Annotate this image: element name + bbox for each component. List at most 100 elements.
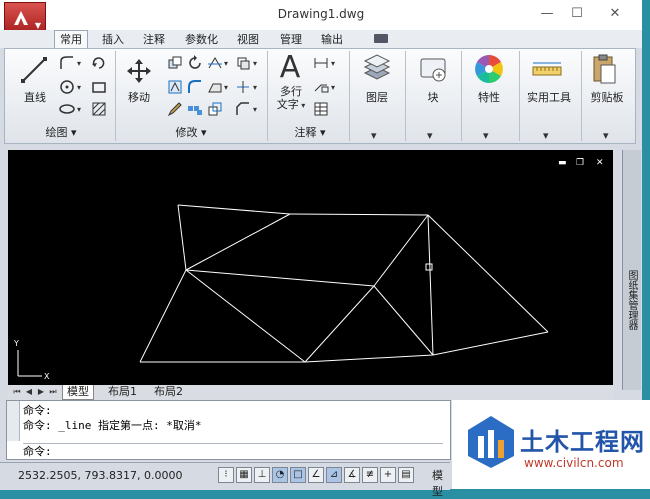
tab-annotate[interactable]: 注释	[143, 31, 165, 48]
allow-disallow-ucs-icon[interactable]: ⊿	[326, 467, 342, 483]
block-button-label[interactable]: 块	[413, 89, 453, 105]
chevron-down-icon[interactable]: ▾	[331, 83, 335, 92]
viewport-close-icon[interactable]: ✕	[596, 158, 606, 168]
move-icon[interactable]	[125, 57, 153, 85]
tab-model[interactable]: 模型	[62, 385, 94, 400]
scale-icon[interactable]	[207, 101, 223, 117]
first-tab-icon[interactable]: ⏮	[12, 387, 22, 397]
table-icon[interactable]	[313, 101, 329, 117]
quick-properties-icon[interactable]: ▤	[398, 467, 414, 483]
clipboard-dropdown-icon[interactable]: ▾	[603, 129, 609, 142]
close-button[interactable]: ✕	[600, 4, 630, 24]
tab-manage[interactable]: 管理	[280, 31, 302, 48]
leader-icon[interactable]	[313, 79, 329, 95]
tab-output[interactable]: 输出	[321, 31, 343, 48]
stretch-icon[interactable]	[207, 79, 223, 95]
polyline-icon[interactable]	[59, 55, 75, 71]
chamfer-icon[interactable]	[235, 101, 251, 117]
mtext-icon[interactable]: A	[275, 51, 305, 85]
drawing-canvas[interactable]: Y X	[8, 150, 613, 385]
properties-dropdown-icon[interactable]: ▾	[483, 129, 489, 142]
mtext-button-label[interactable]: 多行 文字 ▾	[271, 85, 311, 112]
drawn-line[interactable]	[427, 214, 549, 333]
ortho-mode-icon[interactable]: ⊥	[254, 467, 270, 483]
chevron-down-icon[interactable]: ▾	[253, 105, 257, 114]
erase-icon[interactable]	[235, 55, 251, 71]
prev-tab-icon[interactable]: ◀	[24, 387, 34, 397]
copy-icon[interactable]	[167, 55, 183, 71]
drawn-line[interactable]	[432, 331, 549, 356]
object-snap-tracking-icon[interactable]: ∠	[308, 467, 324, 483]
drawn-line[interactable]	[139, 269, 187, 363]
ribbon-minimize-icon[interactable]	[374, 34, 388, 43]
hatch-icon[interactable]	[91, 101, 107, 117]
drawn-line[interactable]	[304, 354, 434, 363]
mirror-icon[interactable]	[167, 79, 183, 95]
properties-color-wheel-icon[interactable]	[473, 53, 505, 85]
chevron-down-icon[interactable]: ▾	[331, 59, 335, 68]
chevron-down-icon[interactable]: ▾	[224, 59, 228, 68]
tab-layout2[interactable]: 布局2	[150, 385, 187, 399]
utilities-button-label[interactable]: 实用工具	[521, 89, 577, 105]
sheet-set-manager-palette[interactable]: 图纸集管理器	[622, 150, 641, 390]
minimize-button[interactable]: —	[532, 4, 562, 24]
lineweight-icon[interactable]: ≢	[362, 467, 378, 483]
last-tab-icon[interactable]: ⏭	[48, 387, 58, 397]
clipboard-icon[interactable]	[591, 53, 619, 85]
explode-icon[interactable]	[235, 79, 251, 95]
command-input[interactable]: 命令:	[23, 443, 443, 460]
object-snap-icon[interactable]: □	[290, 467, 306, 483]
snap-mode-icon[interactable]: ⁝	[218, 467, 234, 483]
clipboard-button-label[interactable]: 剪贴板	[585, 89, 629, 105]
utilities-dropdown-icon[interactable]: ▾	[543, 129, 549, 142]
fillet-icon[interactable]	[187, 79, 203, 95]
measure-ruler-icon[interactable]	[531, 59, 563, 81]
drawn-line[interactable]	[185, 269, 306, 363]
command-scrollbar[interactable]	[7, 401, 20, 441]
trim-icon[interactable]	[207, 55, 223, 71]
tab-layout1[interactable]: 布局1	[104, 385, 141, 399]
tab-insert[interactable]: 插入	[102, 31, 124, 48]
drawn-line[interactable]	[373, 285, 434, 356]
rotate-icon[interactable]	[187, 55, 203, 71]
drawn-line[interactable]	[177, 204, 291, 215]
maximize-button[interactable]: ☐	[562, 4, 592, 24]
pencil-icon[interactable]	[167, 101, 183, 117]
next-tab-icon[interactable]: ▶	[36, 387, 46, 397]
move-button-label[interactable]: 移动	[121, 89, 157, 105]
properties-button-label[interactable]: 特性	[469, 89, 509, 105]
layers-icon[interactable]	[361, 53, 393, 83]
drawn-line[interactable]	[185, 213, 291, 271]
tab-view[interactable]: 视图	[237, 31, 259, 48]
undo-arc-icon[interactable]	[91, 55, 107, 71]
circle-icon[interactable]	[59, 79, 75, 95]
polar-tracking-icon[interactable]: ◔	[272, 467, 288, 483]
line-button-label[interactable]: 直线	[17, 89, 53, 105]
tab-parametric[interactable]: 参数化	[185, 31, 218, 48]
dynamic-input-icon[interactable]: ∡	[344, 467, 360, 483]
draw-panel-label[interactable]: 绘图 ▾	[7, 125, 115, 141]
annotation-panel-label[interactable]: 注释 ▾	[271, 125, 349, 141]
block-icon[interactable]	[417, 53, 449, 85]
line-icon[interactable]	[19, 55, 49, 85]
chevron-down-icon[interactable]: ▾	[77, 105, 81, 114]
modify-panel-label[interactable]: 修改 ▾	[117, 125, 265, 141]
chevron-down-icon[interactable]: ▾	[224, 83, 228, 92]
drawn-line[interactable]	[177, 204, 187, 271]
layers-dropdown-icon[interactable]: ▾	[371, 129, 377, 142]
chevron-down-icon[interactable]: ▾	[253, 83, 257, 92]
drawn-line[interactable]	[185, 269, 375, 287]
dimension-icon[interactable]	[313, 55, 329, 71]
viewport-minimize-icon[interactable]: ▬	[558, 158, 568, 168]
grip-point[interactable]	[425, 263, 433, 271]
transparency-icon[interactable]: +	[380, 467, 396, 483]
model-space-label[interactable]: 模型	[432, 467, 450, 499]
drawn-line[interactable]	[304, 285, 375, 363]
drawn-line[interactable]	[373, 214, 429, 287]
block-dropdown-icon[interactable]: ▾	[427, 129, 433, 142]
chevron-down-icon[interactable]: ▾	[77, 83, 81, 92]
grid-display-icon[interactable]: ▦	[236, 467, 252, 483]
rectangle-icon[interactable]	[91, 79, 107, 95]
array-icon[interactable]	[187, 101, 203, 117]
chevron-down-icon[interactable]: ▾	[77, 59, 81, 68]
